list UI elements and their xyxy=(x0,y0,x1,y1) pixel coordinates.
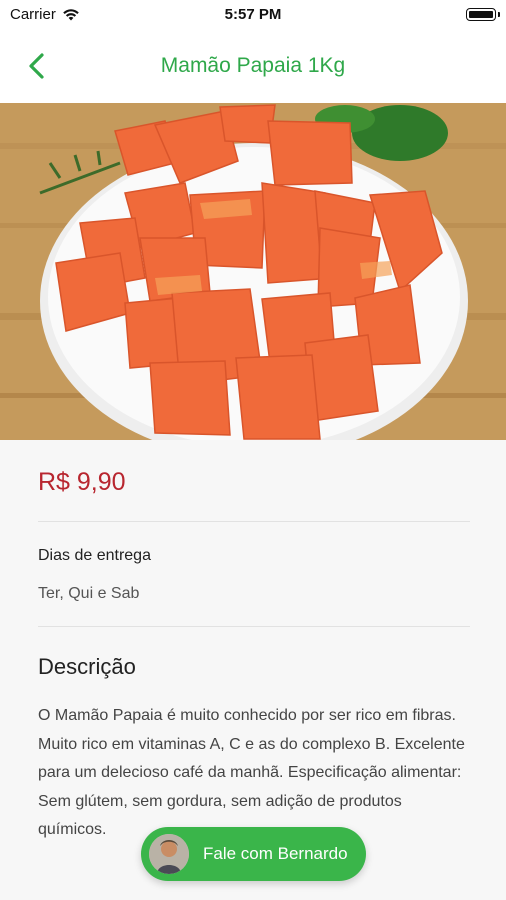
description-text: O Mamão Papaia é muito conhecido por ser… xyxy=(38,707,465,838)
divider xyxy=(38,626,470,627)
description-title: Descrição xyxy=(38,654,136,679)
product-image xyxy=(0,103,506,440)
product-price: R$ 9,90 xyxy=(38,468,126,496)
chat-with-seller-button[interactable]: Fale com Bernardo xyxy=(141,827,366,881)
chat-button-label: Fale com Bernardo xyxy=(203,844,348,863)
status-time: 5:57 PM xyxy=(224,6,282,23)
navigation-bar: Mamão Papaia 1Kg xyxy=(0,30,506,103)
status-bar: Carrier 5:57 PM xyxy=(0,0,506,30)
delivery-days-value: Ter, Qui e Sab xyxy=(38,585,140,602)
papaya-plate-illustration xyxy=(0,103,506,440)
seller-avatar xyxy=(149,834,189,874)
battery-icon xyxy=(466,8,500,21)
page-title: Mamão Papaia 1Kg xyxy=(160,54,346,77)
divider xyxy=(38,521,470,522)
delivery-days-label: Dias de entrega xyxy=(38,547,151,564)
